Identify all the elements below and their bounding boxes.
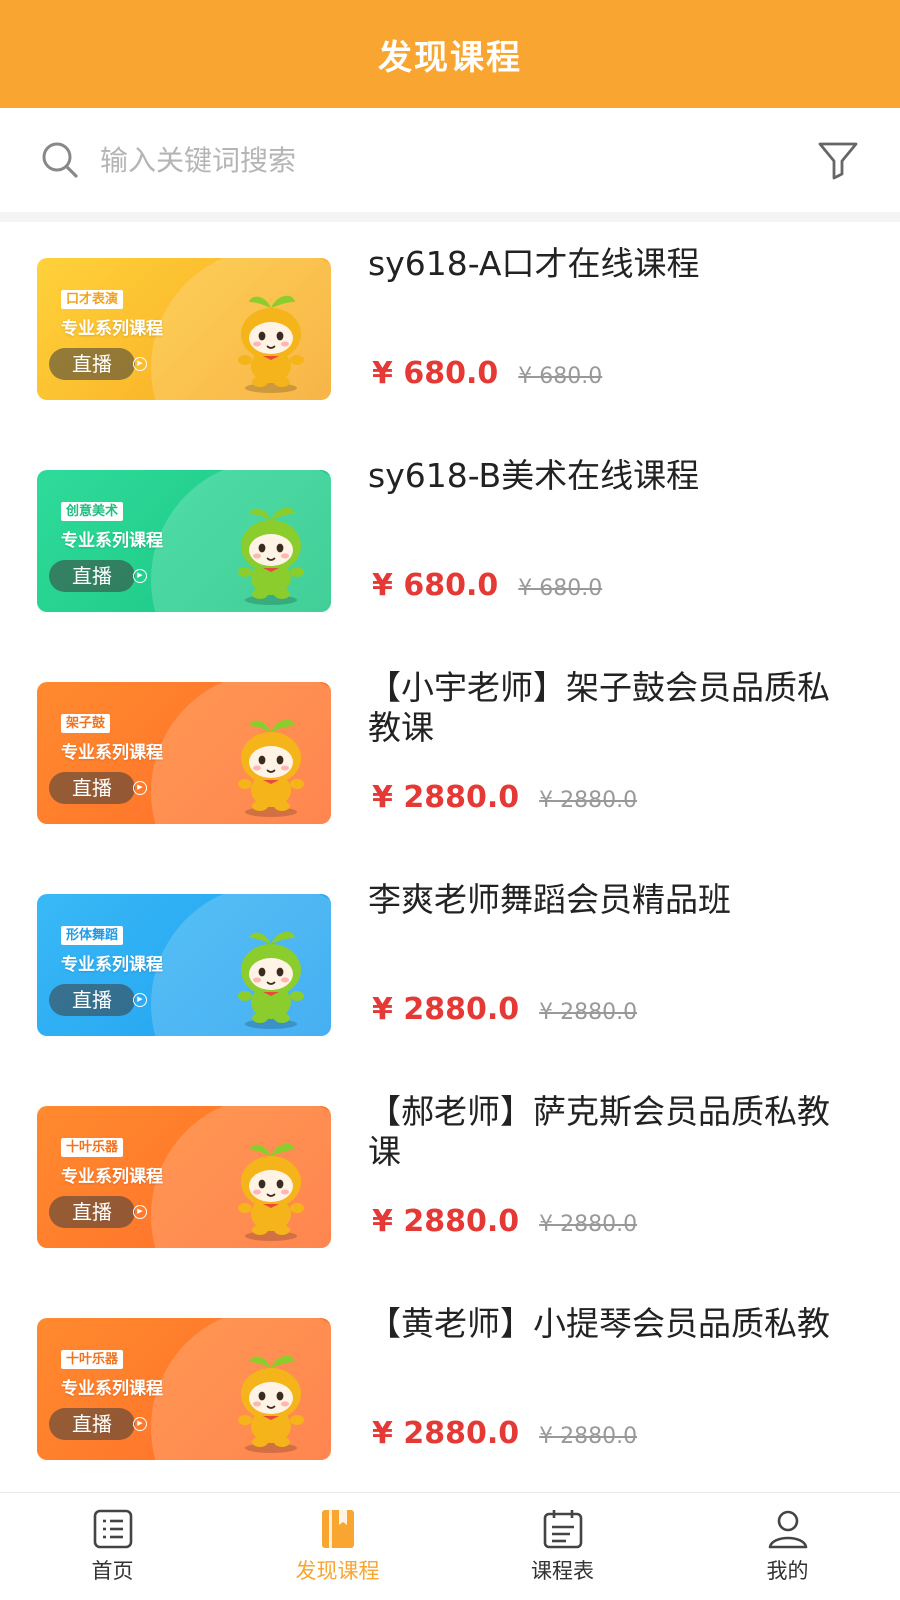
course-item[interactable]: 架子鼓 专业系列课程 直播 ▶ 【小宇老师】架子鼓会员品质私教课 ¥ 2880.… [0,646,900,858]
original-price: ¥ 2880.0 [539,1000,638,1025]
play-icon: ▶ [133,569,147,583]
price-row: ¥ 2880.0 ¥ 2880.0 [372,780,637,815]
nav-item-home-list[interactable]: 首页 [0,1493,225,1600]
home-list-icon [93,1509,132,1549]
live-badge: 直播 [49,984,135,1016]
nav-label: 我的 [766,1559,809,1583]
course-price: ¥ 2880.0 [372,1204,520,1239]
nav-item-book[interactable]: 发现课程 [225,1493,450,1600]
original-price: ¥ 2880.0 [539,1212,638,1237]
mascot-icon [238,295,304,393]
play-icon: ▶ [133,1417,147,1431]
user-icon [768,1510,807,1549]
course-price: ¥ 680.0 [372,568,499,603]
search-input[interactable] [98,142,814,178]
play-icon: ▶ [133,1205,147,1219]
original-price: ¥ 680.0 [518,364,603,389]
mascot-icon [238,931,304,1029]
nav-label: 首页 [91,1559,134,1583]
book-icon [321,1510,354,1548]
thumbnail-subtitle: 专业系列课程 [61,955,163,975]
course-title[interactable]: 【小宇老师】架子鼓会员品质私教课 [368,668,858,748]
search-icon[interactable] [38,138,82,182]
section-divider [0,212,900,222]
course-title[interactable]: 李爽老师舞蹈会员精品班 [368,880,858,920]
course-item[interactable]: 十叶乐器 专业系列课程 直播 ▶ [0,1070,900,1282]
course-thumbnail[interactable]: 十叶乐器 专业系列课程 直播 ▶ [37,1318,331,1460]
live-badge: 直播 [49,772,135,804]
price-row: ¥ 2880.0 ¥ 2880.0 [372,1416,637,1451]
thumbnail-subtitle: 专业系列课程 [61,319,163,339]
thumbnail-tag: 架子鼓 [61,714,111,733]
mascot-icon [238,507,304,605]
live-badge: 直播 [49,560,135,592]
course-thumbnail[interactable]: 口才表演 专业系列课程 直播 ▶ [37,258,331,400]
thumbnail-tag: 十叶乐器 [61,1350,124,1369]
live-badge: 直播 [49,348,135,380]
filter-icon[interactable] [814,136,862,184]
mascot-icon [238,719,304,817]
course-thumbnail[interactable]: 架子鼓 专业系列课程 直播 ▶ [37,682,331,824]
nav-label: 课程表 [531,1559,594,1583]
calendar-icon [543,1510,582,1549]
price-row: ¥ 680.0 ¥ 680.0 [372,356,602,391]
page-title: 发现课程 [378,37,522,78]
thumbnail-subtitle: 专业系列课程 [61,1167,163,1187]
original-price: ¥ 2880.0 [539,788,638,813]
course-title[interactable]: 【黄老师】小提琴会员品质私教 [368,1304,858,1344]
nav-label: 发现课程 [295,1559,380,1583]
thumbnail-tag: 口才表演 [61,290,124,309]
app-header: 发现课程 [0,0,900,108]
course-thumbnail[interactable]: 形体舞蹈 专业系列课程 直播 ▶ [37,894,331,1036]
course-price: ¥ 2880.0 [372,1416,520,1451]
thumbnail-subtitle: 专业系列课程 [61,1379,163,1399]
course-thumbnail[interactable]: 十叶乐器 专业系列课程 直播 ▶ [37,1106,331,1248]
course-list: 口才表演 专业系列课程 直播 ▶ sy618-A口才在线课程 ¥ 680.0 ¥… [0,222,900,1494]
course-title[interactable]: 【郝老师】萨克斯会员品质私教课 [368,1092,858,1172]
thumbnail-tag: 形体舞蹈 [61,926,124,945]
thumbnail-subtitle: 专业系列课程 [61,531,163,551]
play-icon: ▶ [133,993,147,1007]
live-badge: 直播 [49,1408,135,1440]
course-price: ¥ 680.0 [372,356,499,391]
original-price: ¥ 680.0 [518,576,603,601]
course-price: ¥ 2880.0 [372,992,520,1027]
search-bar [0,108,900,212]
mascot-icon [238,1355,304,1453]
play-icon: ▶ [133,781,147,795]
nav-item-calendar[interactable]: 课程表 [450,1493,675,1600]
course-price: ¥ 2880.0 [372,780,520,815]
price-row: ¥ 2880.0 ¥ 2880.0 [372,992,637,1027]
play-icon: ▶ [133,357,147,371]
nav-item-user[interactable]: 我的 [675,1493,900,1600]
live-badge: 直播 [49,1196,135,1228]
course-item[interactable]: 十叶乐器 专业系列课程 直播 ▶ [0,1282,900,1494]
thumbnail-subtitle: 专业系列课程 [61,743,163,763]
mascot-icon [238,1143,304,1241]
course-item[interactable]: 形体舞蹈 专业系列课程 直播 ▶ 李爽老师舞蹈会员精品班 ¥ 2880.0 ¥ … [0,858,900,1070]
course-item[interactable]: 创意美术 专业系列课程 直播 ▶ sy618-B美术在线课程 ¥ 680.0 ¥… [0,434,900,646]
course-title[interactable]: sy618-A口才在线课程 [368,244,858,284]
thumbnail-tag: 创意美术 [61,502,124,521]
bottom-nav: 首页 发现课程 课程表 我的 [0,1492,900,1600]
course-item[interactable]: 口才表演 专业系列课程 直播 ▶ sy618-A口才在线课程 ¥ 680.0 ¥… [0,222,900,434]
course-title[interactable]: sy618-B美术在线课程 [368,456,858,496]
original-price: ¥ 2880.0 [539,1424,638,1449]
thumbnail-tag: 十叶乐器 [61,1138,124,1157]
price-row: ¥ 680.0 ¥ 680.0 [372,568,602,603]
price-row: ¥ 2880.0 ¥ 2880.0 [372,1204,637,1239]
course-thumbnail[interactable]: 创意美术 专业系列课程 直播 ▶ [37,470,331,612]
